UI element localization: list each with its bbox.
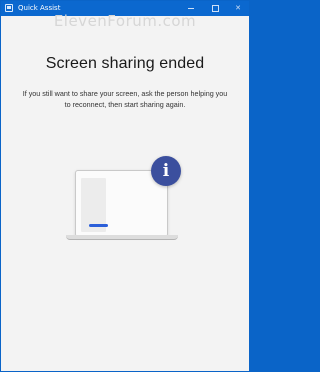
- maximize-icon: [211, 5, 219, 12]
- minimize-icon: [188, 8, 194, 9]
- page-title: Screen sharing ended: [45, 55, 205, 72]
- accent-bar: [89, 224, 108, 227]
- status-message: If you still want to share your screen, …: [22, 89, 228, 109]
- quick-assist-icon: [5, 4, 13, 12]
- screen-panel: [81, 178, 108, 232]
- laptop-base: [66, 235, 178, 240]
- watermark: ElevenForum.com: [53, 12, 197, 30]
- info-icon: i: [151, 156, 181, 186]
- quick-assist-window: Quick Assist ✕ ElevenForum.com Screen sh…: [1, 1, 249, 371]
